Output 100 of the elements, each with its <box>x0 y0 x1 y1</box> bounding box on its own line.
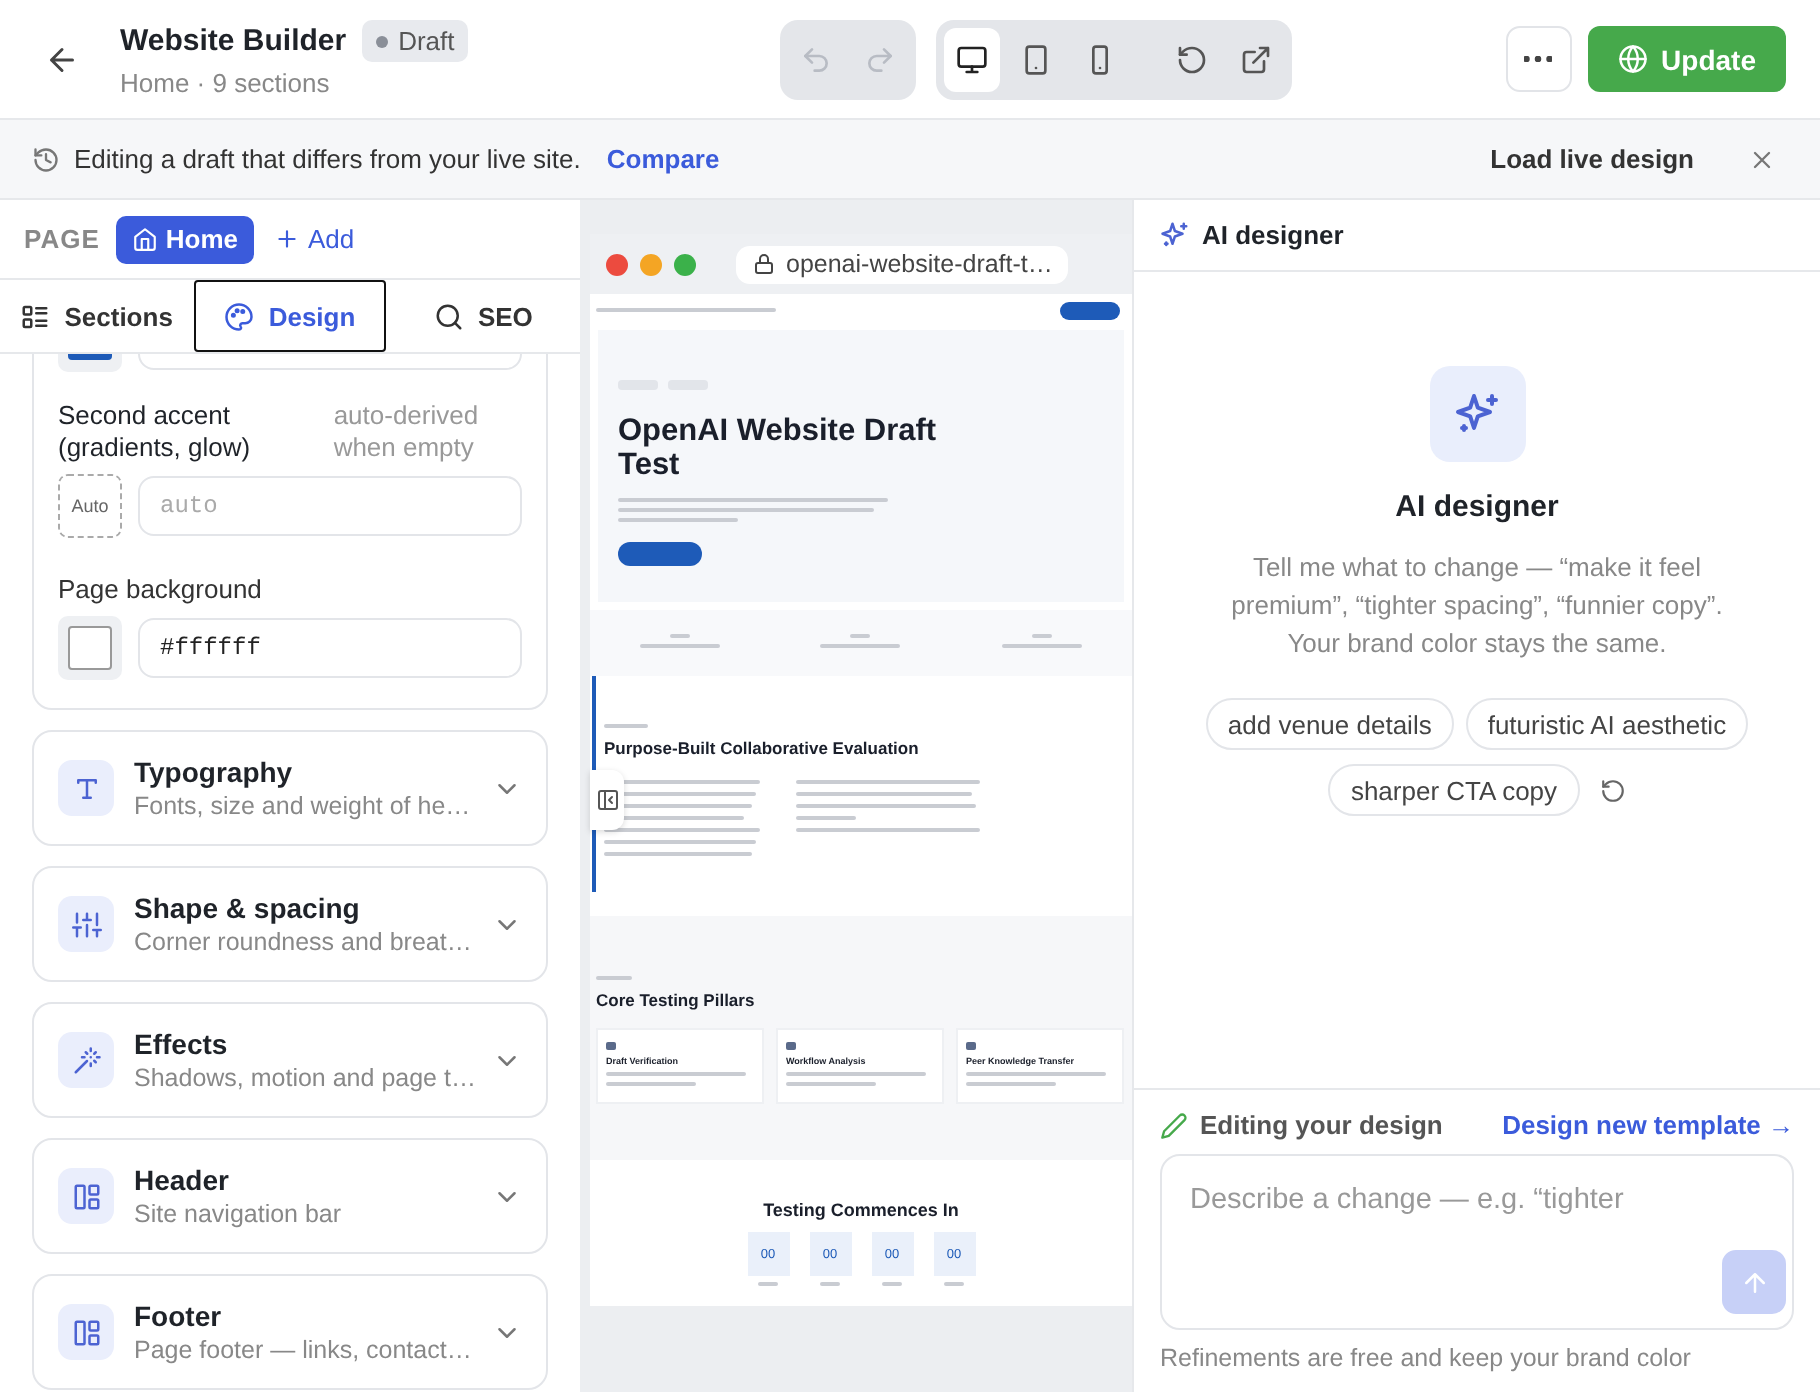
desktop-icon <box>956 43 989 75</box>
sections-icon <box>20 301 51 331</box>
blurred-text-line <box>796 816 856 820</box>
section-title: Effects <box>134 1028 230 1060</box>
section-description: Shadows, motion and page t… <box>134 1064 472 1092</box>
layout-icon <box>71 1317 101 1347</box>
settings-section[interactable]: Header Site navigation bar <box>32 1138 548 1254</box>
blurred-text-line <box>640 644 721 648</box>
panel-title: AI designer <box>1202 220 1344 250</box>
zoom-dot-icon <box>674 253 696 275</box>
blurred-text-line <box>1031 634 1052 638</box>
color-swatch[interactable] <box>58 616 122 680</box>
home-icon <box>131 226 158 252</box>
section-title: Shape & spacing <box>134 892 362 924</box>
page-title: Website Builder <box>120 24 347 58</box>
sparkles-icon <box>1160 220 1190 250</box>
blurred-text-line <box>820 644 901 648</box>
section-description: Corner roundness and breat… <box>134 928 472 956</box>
blurred-text-line <box>618 518 738 522</box>
add-page-button[interactable]: Add <box>274 224 355 254</box>
blurred-text-line <box>758 1282 778 1286</box>
typography-icon <box>71 773 101 803</box>
globe-icon <box>1617 44 1648 74</box>
blurred-text-line <box>606 1072 746 1076</box>
external-link-icon <box>1240 43 1273 75</box>
collapse-panel-button[interactable] <box>590 770 624 830</box>
mode-label: Editing your design <box>1200 1110 1443 1140</box>
blurred-text-line <box>882 1282 902 1286</box>
plus-icon <box>274 226 301 252</box>
history-icon <box>32 145 60 173</box>
reload-icon <box>1176 43 1209 75</box>
blurred-text-line <box>820 1282 840 1286</box>
undo-icon <box>800 43 833 75</box>
palette-icon <box>224 301 255 331</box>
section-heading: Purpose-Built Collaborative Evaluation <box>604 738 921 758</box>
empty-state-description: Tell me what to change — “make it feel premium”, “tighter spacing”, “funnier copy”. Your brand color stays the same. <box>1229 550 1725 662</box>
blurred-text-line <box>670 634 691 638</box>
input-field[interactable]: #ffffff <box>138 618 522 678</box>
blurred-text-line <box>944 1282 964 1286</box>
blurred-text-line <box>606 1082 696 1086</box>
blurred-text-line <box>1001 644 1082 648</box>
field-label: Page background <box>58 574 264 604</box>
page-label: PAGE <box>24 224 100 254</box>
more-button[interactable] <box>1505 26 1572 92</box>
settings-section[interactable]: Footer Page footer — links, contact… <box>32 1274 548 1390</box>
page-subtitle: Home · 9 sections <box>120 68 332 98</box>
footnote: Refinements are free and keep your brand color <box>1160 1344 1693 1372</box>
panel-tab[interactable]: SEO <box>386 280 581 352</box>
collapse-icon <box>595 788 619 812</box>
refresh-icon <box>1599 777 1626 803</box>
section-description: Page footer — links, contact… <box>134 1336 472 1364</box>
empty-state-title: AI designer <box>1395 490 1559 524</box>
layout-icon <box>71 1181 101 1211</box>
section-title: Typography <box>134 756 295 788</box>
compare-link[interactable]: Compare <box>606 144 720 174</box>
section-description: Site navigation bar <box>134 1200 344 1228</box>
countdown-title: Testing Commences In <box>763 1200 959 1220</box>
more-icon <box>1524 56 1553 62</box>
close-dot-icon <box>606 253 628 275</box>
field-hint: auto-derived when empty <box>333 400 481 464</box>
sliders-icon <box>71 909 101 939</box>
prompt-field[interactable]: Describe a change — e.g. “tighter <box>1160 1154 1794 1330</box>
suggestion-chip[interactable]: futuristic AI aesthetic <box>1465 698 1749 750</box>
blurred-text-line <box>966 1082 1056 1086</box>
minimize-dot-icon <box>640 253 662 275</box>
settings-section[interactable]: Shape & spacing Corner roundness and breat… <box>32 866 548 982</box>
auto-swatch[interactable]: Auto <box>58 474 122 538</box>
draft-notice: Editing a draft that differs from your live site. <box>74 144 581 174</box>
blurred-text-line <box>786 1082 876 1086</box>
address-bar[interactable]: openai-website-draft-t… <box>736 245 1069 283</box>
panel-tab[interactable]: Sections <box>0 280 194 352</box>
blurred-text-line <box>850 634 871 638</box>
settings-section[interactable]: Typography Fonts, size and weight of he… <box>32 730 548 846</box>
tablet-icon <box>1020 43 1053 75</box>
section-title: Header <box>134 1164 231 1196</box>
input-field[interactable]: auto <box>138 476 522 536</box>
desktop-view-button[interactable] <box>944 27 1001 91</box>
status-badge: Draft <box>362 20 469 62</box>
lock-icon <box>752 252 776 276</box>
pencil-icon <box>1160 1111 1188 1139</box>
suggestion-chip[interactable]: add venue details <box>1205 698 1454 750</box>
hero-title: OpenAI Website Draft Test <box>618 414 938 482</box>
blurred-text-line <box>786 1072 926 1076</box>
section-heading: Core Testing Pillars <box>596 990 757 1010</box>
load-live-design-button[interactable]: Load live design <box>1490 144 1694 174</box>
settings-section[interactable]: Effects Shadows, motion and page t… <box>32 1002 548 1118</box>
section-description: Fonts, size and weight of he… <box>134 792 472 820</box>
arrow-up-icon <box>1739 1267 1769 1297</box>
field-label: Second accent (gradients, glow) <box>58 400 253 464</box>
suggestion-chip[interactable]: sharper CTA copy <box>1328 764 1580 816</box>
page-tab[interactable]: Home <box>115 215 255 263</box>
section-title: Footer <box>134 1300 224 1332</box>
sparkles-icon <box>1453 390 1501 438</box>
redo-icon <box>864 43 897 75</box>
magic-wand-icon <box>71 1045 101 1075</box>
refresh-suggestions-button[interactable] <box>1599 777 1626 803</box>
design-new-template-link[interactable]: Design new template → <box>1502 1110 1794 1140</box>
blurred-text-line <box>966 1072 1106 1076</box>
panel-tab[interactable]: Design <box>193 280 387 352</box>
blurred-text-line <box>604 724 648 728</box>
